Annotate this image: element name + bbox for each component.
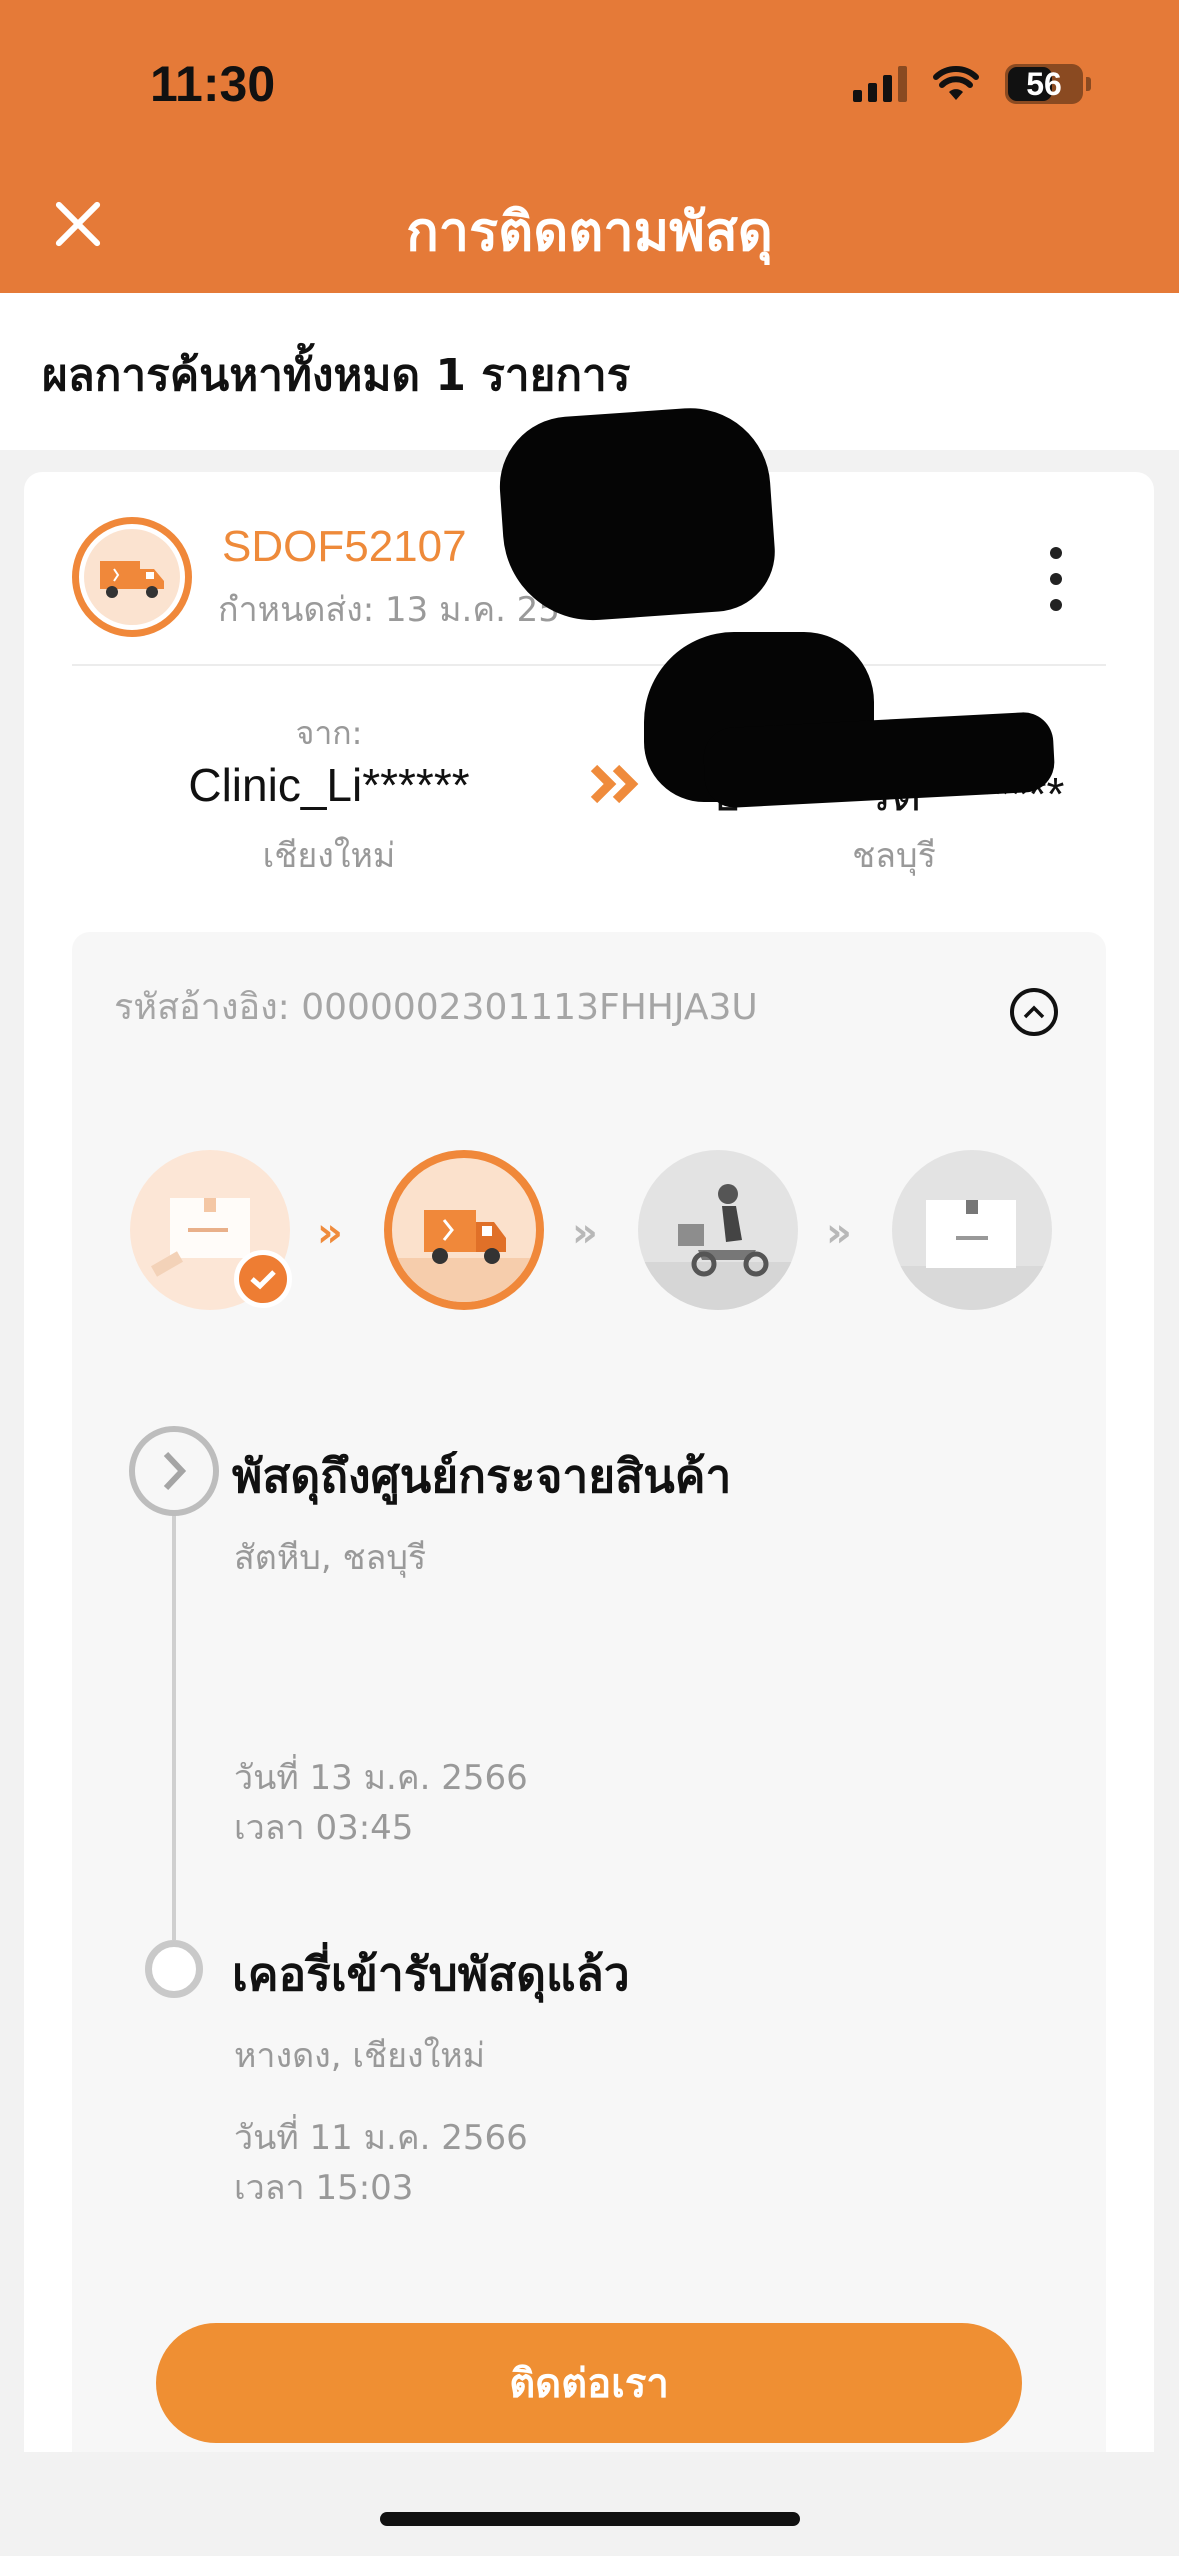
step-arrow-icon: »: [317, 1210, 343, 1256]
timeline-event-title: พัสดุถึงศูนย์กระจายสินค้า: [232, 1449, 732, 1503]
tracking-number[interactable]: SDOF52107: [222, 522, 467, 572]
status-icons: 56: [853, 64, 1091, 104]
timeline-event-time: เวลา 03:45: [234, 1808, 414, 1848]
step-arrow-icon: »: [572, 1210, 598, 1256]
collapse-button[interactable]: [1010, 988, 1058, 1036]
timeline-event-date: วันที่ 11 ม.ค. 2566: [234, 2118, 528, 2158]
step-out-for-delivery: [638, 1150, 798, 1310]
timeline-past-marker: [145, 1940, 203, 1998]
chevron-up-icon: [1023, 1005, 1045, 1019]
timeline-line: [172, 1500, 176, 1940]
delivery-truck-icon: [392, 1210, 536, 1302]
reference-code: รหัสอ้างอิง: 0000002301113FHHJA3U: [114, 987, 758, 1028]
timeline-current-marker: [129, 1426, 219, 1516]
step-in-transit: [384, 1150, 544, 1310]
delivery-truck-icon: [84, 529, 180, 625]
chevron-right-icon: [163, 1451, 187, 1491]
from-label: จาก:: [295, 714, 363, 752]
recipient-province: ชลบุรี: [852, 836, 936, 876]
due-date: กำหนดส่ง: 13 ม.ค. 25: [218, 590, 560, 630]
more-options-icon[interactable]: [1050, 547, 1062, 611]
timeline-event-date: วันที่ 13 ม.ค. 2566: [234, 1758, 528, 1798]
app-header: 11:30 56 การติดตามพัสดุ: [0, 0, 1179, 293]
battery-icon: 56: [1005, 64, 1091, 104]
shipment-status-ring: [72, 517, 192, 637]
step-arrow-icon: »: [826, 1210, 852, 1256]
shipment-card: SDOF52107 กำหนดส่ง: 13 ม.ค. 25 จาก: Clin…: [24, 402, 1154, 2556]
timeline-event-time: เวลา 15:03: [234, 2168, 414, 2208]
step-delivered: [892, 1150, 1052, 1310]
sender-province: เชียงใหม่: [262, 836, 396, 876]
status-time: 11:30: [150, 56, 276, 112]
battery-level: 56: [1026, 65, 1062, 102]
check-icon: [234, 1250, 292, 1308]
redaction-mark: [495, 402, 779, 627]
home-indicator[interactable]: [380, 2512, 800, 2526]
contact-us-button[interactable]: ติดต่อเรา: [156, 2323, 1022, 2443]
courier-scooter-icon: [638, 1184, 798, 1310]
timeline-event-location: สัตหีบ, ชลบุรี: [234, 1538, 427, 1578]
timeline-event-title: เคอรี่เข้ารับพัสดุแล้ว: [232, 1947, 630, 2001]
sender-name: Clinic_Li******: [188, 759, 470, 811]
bottom-safe-area: [0, 2452, 1179, 2556]
timeline-event-location: หางดง, เชียงใหม่: [234, 2036, 486, 2076]
wifi-icon: [933, 66, 979, 100]
delivered-box-icon: [892, 1200, 1052, 1310]
divider: [72, 664, 1106, 666]
results-summary: ผลการค้นหาทั้งหมด 1 รายการ: [42, 350, 631, 401]
page-title: การติดตามพัสดุ: [406, 200, 773, 263]
tracking-detail-panel: รหัสอ้างอิง: 0000002301113FHHJA3U » » »: [72, 932, 1106, 2556]
cellular-signal-icon: [853, 66, 907, 102]
